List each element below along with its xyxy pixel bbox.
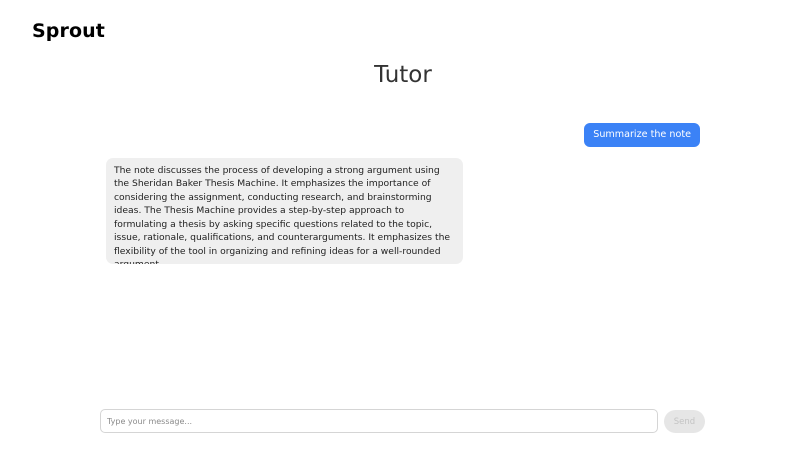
- tutor-page: Sprout Tutor Summarize the note The note…: [0, 0, 806, 455]
- assistant-message: The note discusses the process of develo…: [106, 158, 463, 264]
- page-title: Tutor: [374, 62, 432, 88]
- user-message: Summarize the note: [584, 123, 700, 147]
- brand-logo[interactable]: Sprout: [32, 20, 105, 42]
- send-button[interactable]: Send: [664, 410, 705, 433]
- message-composer: Send: [100, 409, 706, 433]
- message-input[interactable]: [100, 409, 658, 433]
